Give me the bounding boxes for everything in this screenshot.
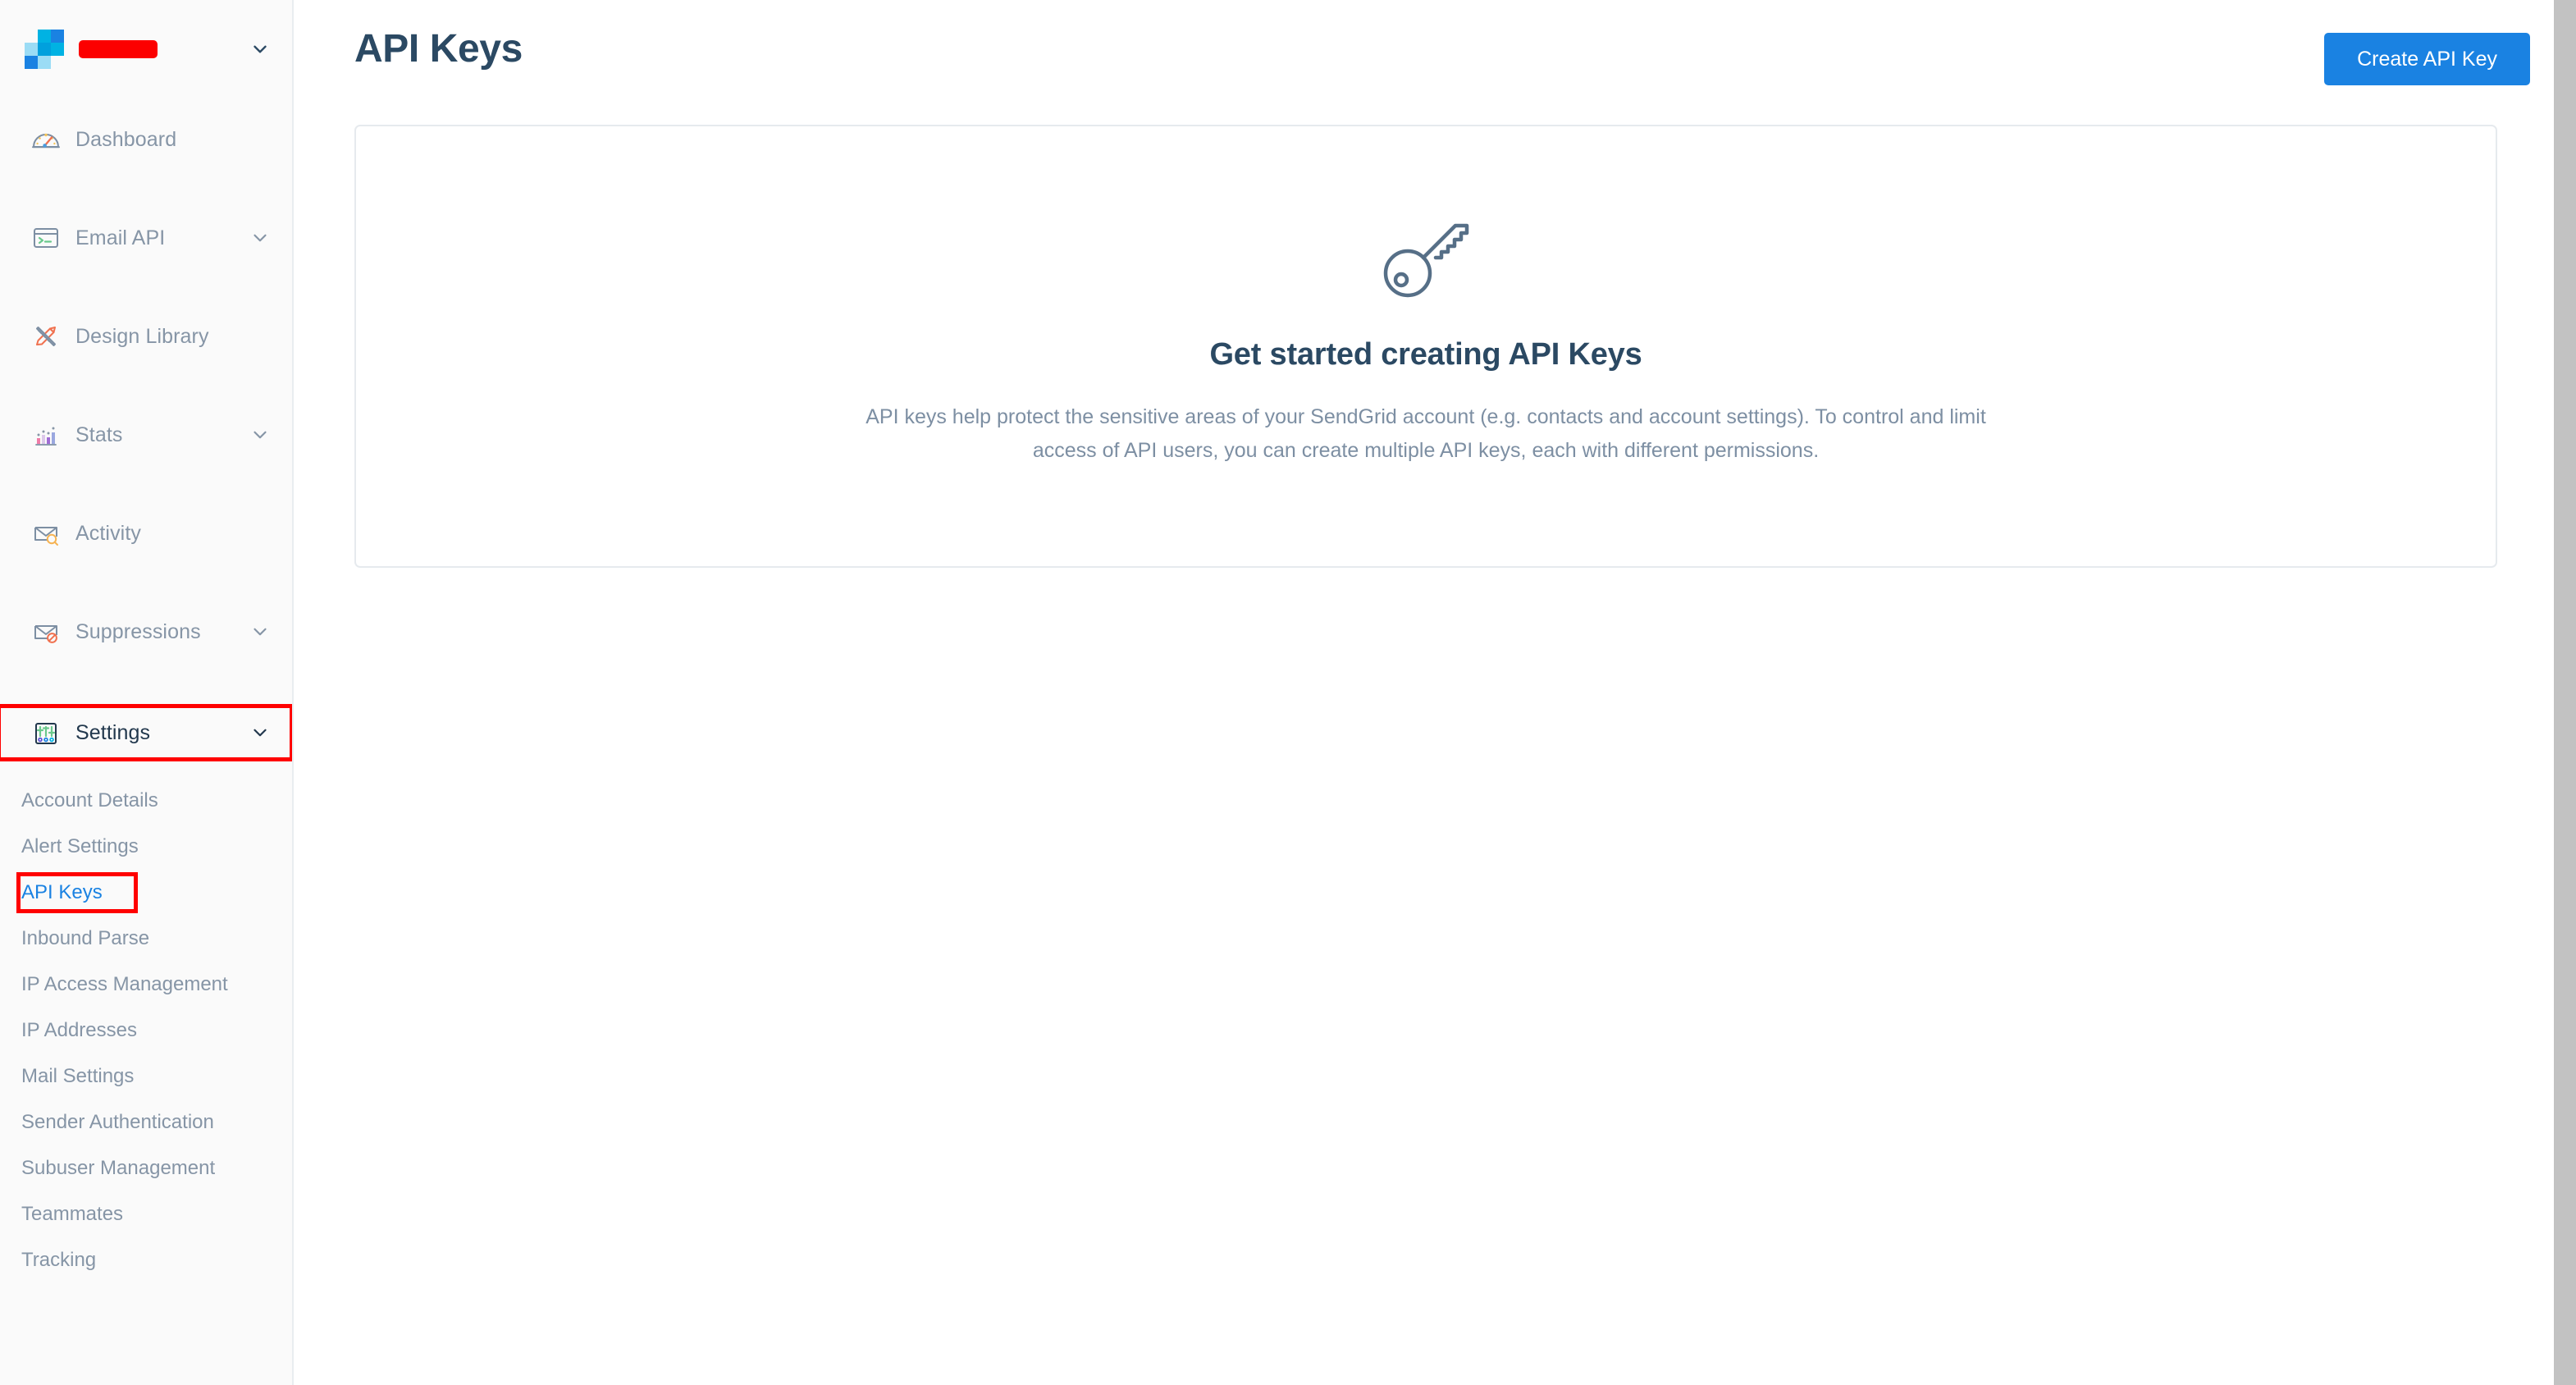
envelope-search-icon bbox=[28, 515, 64, 551]
sidebar-item-label: Activity bbox=[75, 521, 141, 545]
sidebar: Dashboard Email API Design Library Stats… bbox=[0, 0, 294, 1385]
empty-state-description: API keys help protect the sensitive area… bbox=[866, 405, 1986, 462]
subnav-item-alert-settings[interactable]: Alert Settings bbox=[0, 824, 292, 870]
sliders-icon bbox=[28, 715, 64, 751]
pencil-ruler-icon bbox=[28, 318, 64, 354]
settings-sub-navigation: Account Details Alert Settings API Keys … bbox=[0, 760, 292, 1283]
subnav-item-label: Account Details bbox=[21, 789, 158, 811]
primary-navigation: Dashboard Email API Design Library Stats… bbox=[0, 98, 292, 761]
subnav-item-tracking[interactable]: Tracking bbox=[0, 1237, 292, 1283]
chevron-down-icon[interactable] bbox=[249, 227, 271, 249]
subnav-item-inbound-parse[interactable]: Inbound Parse bbox=[0, 916, 292, 962]
subnav-item-label: Tracking bbox=[21, 1249, 97, 1271]
sidebar-item-label: Suppressions bbox=[75, 619, 201, 643]
sidebar-item-label: Design Library bbox=[75, 324, 209, 348]
terminal-icon bbox=[28, 220, 64, 256]
account-switcher[interactable] bbox=[0, 0, 292, 98]
subnav-item-label: Inbound Parse bbox=[21, 927, 150, 949]
subnav-item-api-keys[interactable]: API Keys bbox=[0, 870, 292, 916]
subnav-item-label: Mail Settings bbox=[21, 1065, 135, 1087]
sidebar-item-suppressions[interactable]: Suppressions bbox=[0, 607, 292, 656]
subnav-item-label: Sender Authentication bbox=[21, 1111, 214, 1133]
subnav-item-subuser-management[interactable]: Subuser Management bbox=[0, 1145, 292, 1191]
subnav-item-label: Teammates bbox=[21, 1203, 124, 1225]
sendgrid-logo-icon bbox=[25, 30, 64, 69]
page-header: API Keys Create API Key bbox=[354, 0, 2530, 85]
api-keys-page: Dashboard Email API Design Library Stats… bbox=[0, 0, 2576, 1385]
subnav-item-ip-addresses[interactable]: IP Addresses bbox=[0, 1008, 292, 1054]
chevron-down-icon[interactable] bbox=[249, 39, 271, 60]
sidebar-item-design-library[interactable]: Design Library bbox=[0, 312, 292, 361]
page-scrollbar[interactable] bbox=[2554, 0, 2576, 1385]
sidebar-item-settings[interactable]: Settings bbox=[0, 704, 292, 761]
subnav-item-teammates[interactable]: Teammates bbox=[0, 1191, 292, 1237]
sidebar-item-activity[interactable]: Activity bbox=[0, 509, 292, 558]
envelope-block-icon bbox=[28, 614, 64, 650]
subnav-item-sender-authentication[interactable]: Sender Authentication bbox=[0, 1099, 292, 1145]
sidebar-item-label: Settings bbox=[75, 720, 151, 744]
subnav-item-label: Alert Settings bbox=[21, 835, 139, 857]
sidebar-item-stats[interactable]: Stats bbox=[0, 410, 292, 459]
chevron-down-icon[interactable] bbox=[249, 722, 271, 743]
subnav-item-label: API Keys bbox=[21, 881, 103, 903]
gauge-icon bbox=[28, 121, 64, 158]
subnav-item-account-details[interactable]: Account Details bbox=[0, 778, 292, 824]
subnav-item-label: IP Access Management bbox=[21, 973, 228, 995]
key-icon bbox=[1377, 217, 1475, 303]
subnav-item-ip-access-management[interactable]: IP Access Management bbox=[0, 962, 292, 1008]
chevron-down-icon[interactable] bbox=[249, 621, 271, 642]
main-content: API Keys Create API Key Get started crea… bbox=[294, 0, 2576, 1385]
subnav-item-mail-settings[interactable]: Mail Settings bbox=[0, 1054, 292, 1099]
bar-chart-icon bbox=[28, 417, 64, 453]
sidebar-item-label: Dashboard bbox=[75, 127, 177, 151]
empty-state-title: Get started creating API Keys bbox=[1209, 337, 1642, 372]
page-title: API Keys bbox=[354, 27, 523, 71]
sidebar-item-email-api[interactable]: Email API bbox=[0, 213, 292, 263]
account-name-redacted bbox=[79, 40, 158, 58]
subnav-item-label: IP Addresses bbox=[21, 1019, 137, 1041]
empty-state-card: Get started creating API Keys API keys h… bbox=[354, 125, 2497, 568]
sidebar-item-dashboard[interactable]: Dashboard bbox=[0, 115, 292, 164]
sidebar-item-label: Stats bbox=[75, 423, 123, 446]
create-api-key-button[interactable]: Create API Key bbox=[2324, 33, 2530, 85]
subnav-item-label: Subuser Management bbox=[21, 1157, 216, 1179]
chevron-down-icon[interactable] bbox=[249, 424, 271, 446]
sidebar-item-label: Email API bbox=[75, 226, 166, 249]
